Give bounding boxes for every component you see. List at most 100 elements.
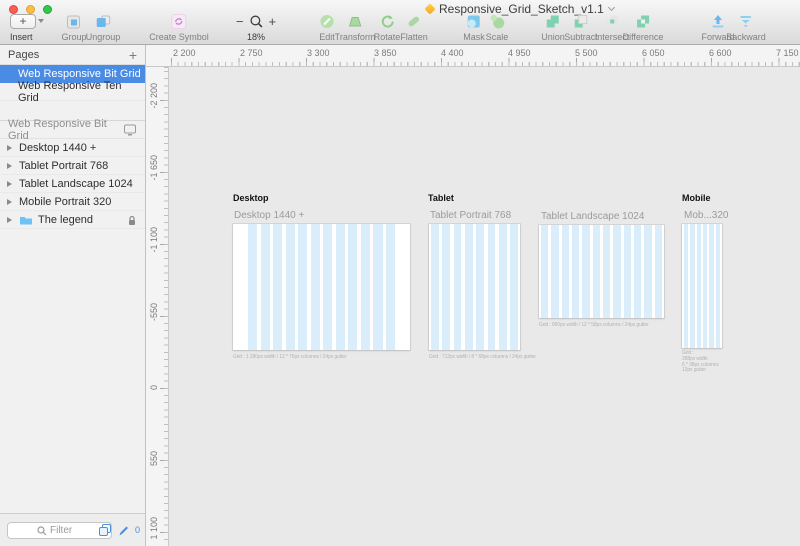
transform-button[interactable]: Transform (335, 12, 376, 42)
mask-button[interactable]: Mask (463, 12, 485, 42)
grid-column (360, 224, 370, 350)
flatten-icon (400, 12, 428, 31)
grid-column (310, 224, 320, 350)
horizontal-ruler: 2 200 2 750 3 300 3 850 4 400 4 950 5 50… (169, 45, 800, 67)
section-label-tablet[interactable]: Tablet (428, 193, 454, 203)
disclosure-triangle-icon[interactable] (7, 180, 12, 187)
artboard-title-mobile[interactable]: Mob...320 (684, 210, 728, 221)
grid-column (582, 225, 590, 318)
filter-input[interactable] (50, 525, 82, 536)
toolbar: Responsive_Grid_Sketch_v1.1 + Insert Gro… (0, 0, 800, 45)
create-symbol-button[interactable]: Create Symbol (149, 12, 209, 42)
grid-column (298, 224, 308, 350)
grid-column (592, 225, 600, 318)
grid-column (654, 225, 662, 318)
zoom-in-icon[interactable]: + (269, 14, 277, 29)
grid-column (702, 224, 708, 348)
disclosure-triangle-icon[interactable] (7, 162, 12, 169)
grid-column (323, 224, 333, 350)
rotate-icon (374, 12, 401, 31)
ungroup-button[interactable]: Ungroup (86, 12, 120, 42)
artboard-desktop-1440[interactable] (233, 224, 410, 350)
difference-icon (623, 12, 664, 31)
zoom-out-icon[interactable]: − (236, 14, 244, 29)
disclosure-triangle-icon[interactable] (7, 198, 12, 205)
grid-column (373, 224, 383, 350)
ruler-tick-label: 7 150 (776, 48, 799, 58)
grid-column (348, 224, 358, 350)
artboard-title-tablet-portrait[interactable]: Tablet Portrait 768 (430, 210, 511, 221)
pages-panel-toggle-icon[interactable] (98, 523, 112, 537)
disclosure-triangle-icon[interactable] (7, 216, 12, 223)
edit-button[interactable]: Edit (319, 12, 336, 42)
artboard-picker-icon[interactable] (123, 123, 137, 136)
flatten-button[interactable]: Flatten (400, 12, 428, 42)
scale-button[interactable]: Scale (486, 12, 509, 42)
grid-column (709, 224, 714, 348)
rotate-button[interactable]: Rotate (374, 12, 401, 42)
add-page-button[interactable]: + (129, 48, 137, 62)
layer-item-tablet-landscape-1024[interactable]: Tablet Landscape 1024 (0, 175, 145, 193)
grid-column (613, 225, 621, 318)
zoom-control[interactable]: − + 18% (236, 12, 276, 42)
fullscreen-button[interactable] (43, 5, 52, 14)
backward-button[interactable]: Backward (726, 12, 766, 42)
insert-button[interactable]: + Insert (10, 12, 44, 42)
chevron-down-icon (38, 18, 44, 23)
layer-item-mobile-portrait-320[interactable]: Mobile Portrait 320 (0, 193, 145, 211)
section-label-mobile[interactable]: Mobile (682, 193, 711, 203)
ruler-tick-label: 1 100 (149, 517, 159, 540)
grid-column (644, 225, 652, 318)
pen-tool-icon[interactable] (117, 524, 130, 537)
grid-column (453, 224, 462, 350)
artboard-tablet-landscape-1024[interactable] (539, 225, 664, 318)
grid-column (476, 224, 485, 350)
pages-header: Pages + (0, 45, 145, 65)
scale-icon (486, 12, 509, 31)
layer-item-tablet-portrait-768[interactable]: Tablet Portrait 768 (0, 157, 145, 175)
filter-field[interactable] (7, 522, 112, 539)
layer-item-the-legend[interactable]: The legend (0, 211, 145, 229)
group-button[interactable]: Group (61, 12, 87, 42)
sidebar-footer: 0 (0, 513, 145, 546)
ruler-tick-label: 5 500 (575, 48, 598, 58)
difference-button[interactable]: Difference (623, 12, 664, 42)
artboard-mobile-320[interactable] (682, 224, 722, 348)
layer-item-desktop-1440[interactable]: Desktop 1440 + (0, 139, 145, 157)
layers-panel-header: Web Responsive Bit Grid (0, 118, 145, 142)
ruler-tick-label: -2 200 (149, 83, 159, 109)
plus-icon[interactable]: + (10, 14, 36, 29)
artboard-tablet-portrait-768[interactable] (429, 224, 520, 350)
grid-column (487, 224, 496, 350)
zoom-level: 18% (246, 32, 265, 42)
grid-column (386, 224, 396, 350)
subtract-button[interactable]: Subtract (564, 12, 598, 42)
edit-icon (319, 12, 336, 31)
artboard-title-tablet-landscape[interactable]: Tablet Landscape 1024 (541, 211, 644, 222)
ruler-tick-label: 2 750 (240, 48, 263, 58)
section-label-desktop[interactable]: Desktop (233, 193, 269, 203)
search-icon (37, 525, 47, 535)
grid-column (602, 225, 611, 318)
create-symbol-icon (149, 12, 209, 31)
grid-column (571, 225, 580, 318)
left-sidebar: Pages + Web Responsive Bit Grid Web Resp… (0, 45, 146, 546)
ruler-tick-label: 6 600 (709, 48, 732, 58)
ruler-tick-label: 2 200 (173, 48, 196, 58)
lock-icon (129, 215, 135, 225)
title-chevron-icon[interactable] (607, 3, 615, 11)
grid-column (684, 224, 689, 348)
grid-column (715, 224, 720, 348)
disclosure-triangle-icon[interactable] (7, 144, 12, 151)
grid-column (561, 225, 569, 318)
grid-column (335, 224, 345, 350)
union-button[interactable]: Union (541, 12, 565, 42)
ruler-tick-label: 6 050 (642, 48, 665, 58)
page-item-web-responsive-ten-grid[interactable]: Web Responsive Ten Grid (0, 80, 145, 104)
artboard-title-desktop[interactable]: Desktop 1440 + (234, 210, 304, 221)
canvas[interactable]: Desktop Desktop 1440 + Grid : 1 280px wi… (169, 67, 800, 546)
folder-icon (19, 214, 33, 225)
union-icon (541, 12, 565, 31)
transform-icon (335, 12, 376, 31)
grid-column (464, 224, 473, 350)
